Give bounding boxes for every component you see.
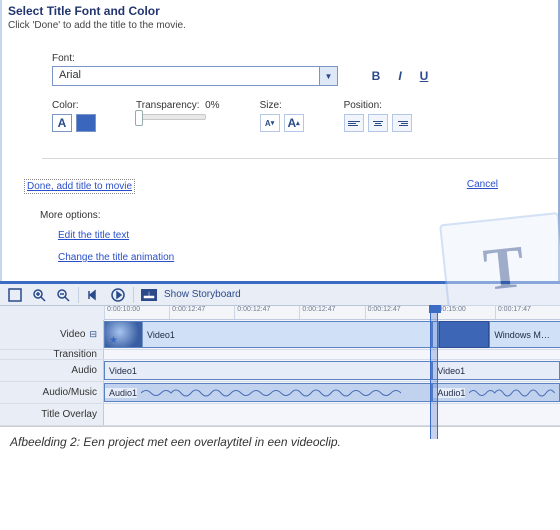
rewind-icon[interactable] (85, 286, 103, 304)
zoom-to-fit-icon[interactable] (6, 286, 24, 304)
ruler-tick: 0:00:12:47 (169, 306, 234, 319)
audio-clip[interactable]: Video1 (432, 361, 560, 380)
zoom-in-icon[interactable] (30, 286, 48, 304)
video-clip[interactable]: Video1 ★ (104, 321, 432, 348)
transparency-value: 0% (205, 100, 219, 111)
storyboard-icon[interactable] (140, 286, 158, 304)
transparency-slider[interactable] (136, 114, 206, 120)
zoom-out-icon[interactable] (54, 286, 72, 304)
font-label: Font: (52, 53, 530, 64)
align-center-button[interactable] (368, 114, 388, 132)
font-select[interactable]: Arial ▼ (52, 66, 338, 86)
effect-star-icon: ★ (109, 335, 118, 346)
collapse-video-icon[interactable]: ⊟ (89, 329, 97, 340)
transparency-label: Transparency: 0% (136, 100, 220, 111)
ruler-tick: 0:00:12:47 (365, 306, 430, 319)
edit-title-text-link[interactable]: Edit the title text (58, 230, 129, 241)
music-clip[interactable]: Audio1 (432, 383, 560, 402)
timeline-toolbar: Show Storyboard (0, 284, 560, 306)
music-clip[interactable]: Audio1 (104, 383, 432, 402)
align-right-button[interactable] (392, 114, 412, 132)
transparency-slider-handle[interactable] (135, 110, 143, 126)
track-label-audio: Audio (0, 360, 104, 381)
align-left-button[interactable] (344, 114, 364, 132)
panel-subtitle: Click 'Done' to add the title to the mov… (8, 20, 552, 31)
ruler-tick: 0:00:12:47 (299, 306, 364, 319)
position-label: Position: (344, 100, 412, 111)
video-clip[interactable]: Windows M… (489, 321, 560, 348)
ruler-tick: 0:00:17:47 (495, 306, 560, 319)
decrease-size-button[interactable]: A▾ (260, 114, 280, 132)
track-label-transition: Transition (0, 350, 104, 359)
track-label-audiomusic: Audio/Music (0, 382, 104, 403)
toolbar-divider (78, 287, 79, 303)
waveform-icon (465, 386, 559, 400)
figure-caption: Afbeelding 2: Een project met een overla… (0, 426, 560, 457)
done-link[interactable]: Done, add title to movie (24, 179, 135, 194)
ruler-tick: 0:00:12:47 (234, 306, 299, 319)
toolbar-divider (133, 287, 134, 303)
play-icon[interactable] (109, 286, 127, 304)
audio-clip[interactable]: Video1 (104, 361, 432, 380)
titleoverlay-track-lane[interactable] (104, 404, 560, 425)
more-options-label: More options: (40, 210, 558, 221)
chevron-down-icon[interactable]: ▼ (319, 67, 337, 85)
video-clip-selected[interactable] (439, 321, 489, 348)
italic-button[interactable]: I (392, 68, 408, 84)
transition-track-lane[interactable] (104, 350, 560, 359)
video-track-lane[interactable]: Video1 ★ Video1 Windows M… (104, 320, 560, 349)
timeline-ruler[interactable]: 0:00:10:000:00:12:470:00:12:470:00:12:47… (104, 306, 560, 320)
audio-track-lane[interactable]: Video1 Video1 (104, 360, 560, 381)
background-color-swatch[interactable] (76, 114, 96, 132)
color-label: Color: (52, 100, 96, 111)
track-label-video: Video⊟ (0, 320, 104, 349)
track-label-titleoverlay: Title Overlay (0, 404, 104, 425)
panel-title: Select Title Font and Color (8, 4, 552, 18)
bold-button[interactable]: B (368, 68, 384, 84)
size-label: Size: (260, 100, 304, 111)
change-title-animation-link[interactable]: Change the title animation (58, 252, 174, 263)
separator (42, 158, 558, 159)
audiomusic-track-lane[interactable]: Audio1 Audio1 (104, 382, 560, 403)
playhead[interactable] (430, 306, 438, 439)
cancel-link[interactable]: Cancel (467, 179, 498, 194)
ruler-tick: 0:00:10:00 (104, 306, 169, 319)
font-select-value: Arial (53, 67, 319, 85)
waveform-icon (137, 386, 431, 400)
title-pane-header: Select Title Font and Color Click 'Done'… (2, 0, 558, 41)
show-storyboard-button[interactable]: Show Storyboard (164, 289, 241, 300)
underline-button[interactable]: U (416, 68, 432, 84)
increase-size-button[interactable]: A▴ (284, 114, 304, 132)
text-color-swatch[interactable]: A (52, 114, 72, 132)
